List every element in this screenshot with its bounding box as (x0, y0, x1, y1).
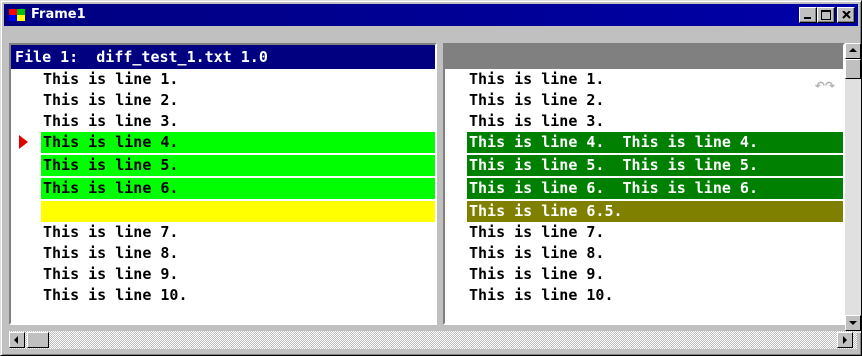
arrow-left-icon (14, 336, 18, 344)
minimize-icon (804, 17, 811, 19)
diff-line[interactable]: This is line 8. (467, 243, 843, 264)
left-pane-header: File 1: diff_test_1.txt 1.0 (11, 45, 435, 69)
diff-line[interactable]: This is line 3. (41, 111, 435, 132)
horizontal-scrollbar[interactable] (9, 331, 857, 349)
diff-line[interactable]: This is line 3. (467, 111, 843, 132)
left-lines: This is line 1. This is line 2. This is li… (11, 69, 435, 306)
right-lines: This is line 1. This is line 2. This is li… (445, 69, 843, 306)
diff-line[interactable]: This is line 2. (41, 90, 435, 111)
diff-line[interactable]: This is line 5. (41, 155, 435, 176)
diff-line[interactable]: This is line 6. This is line 6. (467, 178, 843, 199)
minimize-button[interactable] (799, 7, 817, 23)
diff-line[interactable]: This is line 7. (467, 222, 843, 243)
right-diff-pane[interactable]: File 2: diff_test_1.txt 1.2 ↶↷ This is l… (443, 43, 845, 325)
scroll-down-button[interactable] (845, 315, 861, 331)
close-icon (842, 11, 851, 19)
left-diff-pane[interactable]: File 1: diff_test_1.txt 1.0 This is line… (9, 43, 437, 325)
maximize-icon (821, 10, 831, 20)
diff-line[interactable]: This is line 10. (467, 285, 843, 306)
vertical-scroll-thumb[interactable] (845, 59, 861, 79)
close-button[interactable] (837, 7, 855, 23)
title-buttons (799, 7, 855, 23)
diff-line[interactable]: This is line 4. This is line 4. (467, 132, 843, 153)
vertical-scrollbar[interactable] (845, 43, 861, 333)
diff-line[interactable]: This is line 1. (467, 69, 843, 90)
diff-line[interactable]: This is line 6.5. (467, 201, 843, 222)
arrow-right-icon (843, 336, 847, 344)
app-icon (9, 9, 25, 21)
arrow-down-icon (849, 321, 857, 325)
right-pane-header: File 2: diff_test_1.txt 1.2 ↶↷ (445, 45, 843, 93)
diff-line[interactable]: This is line 7. (41, 222, 435, 243)
scroll-right-button[interactable] (837, 332, 853, 348)
maximize-button[interactable] (817, 7, 835, 23)
title-bar[interactable]: Frame1 (4, 4, 858, 26)
diff-line[interactable]: This is line 1. (41, 69, 435, 90)
window-title: Frame1 (31, 7, 86, 22)
scroll-left-button[interactable] (9, 332, 25, 348)
change-marker-icon (19, 135, 28, 149)
diff-line[interactable] (41, 201, 435, 222)
arrow-up-icon (849, 48, 857, 52)
diff-line[interactable]: This is line 6. (41, 178, 435, 199)
diff-line[interactable]: This is line 10. (41, 285, 435, 306)
diff-line[interactable]: This is line 2. (467, 90, 843, 111)
diff-line[interactable]: This is line 8. (41, 243, 435, 264)
diff-line[interactable]: This is line 9. (41, 264, 435, 285)
diff-line[interactable]: This is line 5. This is line 5. (467, 155, 843, 176)
diff-line[interactable]: This is line 4. (41, 132, 435, 153)
horizontal-scroll-thumb[interactable] (27, 332, 49, 348)
diff-line[interactable]: This is line 9. (467, 264, 843, 285)
scroll-up-button[interactable] (845, 43, 861, 59)
app-window: Frame1 File 1: diff_test_1.txt 1.0 This … (0, 0, 862, 356)
